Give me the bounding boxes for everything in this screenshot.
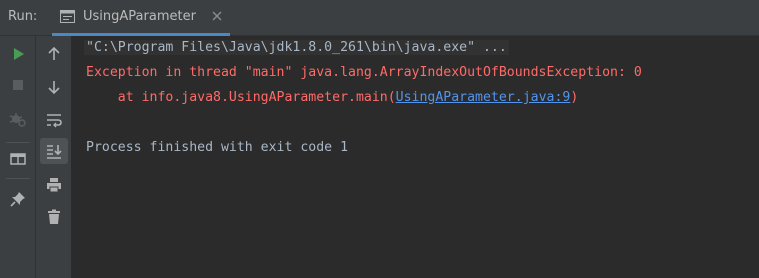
toolbar-divider xyxy=(6,178,30,179)
command-text[interactable]: "C:\Program Files\Java\jdk1.8.0_261\bin\… xyxy=(84,40,509,55)
clear-button[interactable] xyxy=(40,204,68,230)
run-toolbar xyxy=(0,36,36,278)
scroll-to-end-icon xyxy=(47,145,62,159)
print-icon xyxy=(47,178,61,193)
up-arrow-icon xyxy=(48,46,60,60)
debug-disabled-icon xyxy=(9,113,26,127)
console-toolbar xyxy=(36,36,72,278)
tab-title: UsingAParameter xyxy=(83,9,196,24)
layout-icon xyxy=(10,153,26,165)
stack-trace-suffix: ) xyxy=(570,90,579,105)
print-button[interactable] xyxy=(40,172,68,198)
scroll-to-end-button[interactable] xyxy=(40,138,68,164)
soft-wrap-button[interactable] xyxy=(40,107,68,133)
application-window-icon xyxy=(60,10,75,23)
command-line: "C:\Program Files\Java\jdk1.8.0_261\bin\… xyxy=(84,39,509,57)
exit-message: Process finished with exit code 1 xyxy=(86,140,349,155)
pin-button[interactable] xyxy=(4,186,32,212)
layout-button[interactable] xyxy=(4,146,32,172)
debug-button[interactable] xyxy=(4,106,32,132)
toolbar-divider xyxy=(6,142,30,143)
soft-wrap-icon xyxy=(47,114,62,128)
exception-line: Exception in thread "main" java.lang.Arr… xyxy=(86,65,642,80)
run-label: Run: xyxy=(8,9,38,24)
console-output[interactable]: "C:\Program Files\Java\jdk1.8.0_261\bin\… xyxy=(72,36,759,278)
close-icon[interactable] xyxy=(211,10,223,22)
stack-trace-line: at info.java8.UsingAParameter.main(Using… xyxy=(86,89,579,107)
trash-icon xyxy=(48,209,60,224)
stack-trace-link[interactable]: UsingAParameter.java:9 xyxy=(396,90,571,105)
up-button[interactable] xyxy=(40,41,68,67)
pin-icon xyxy=(10,192,25,207)
down-arrow-icon xyxy=(48,81,60,95)
rerun-icon xyxy=(14,48,24,60)
tool-window-header: Run: UsingAParameter xyxy=(0,0,759,36)
rerun-button[interactable] xyxy=(4,41,32,67)
stop-button[interactable] xyxy=(4,72,32,98)
down-button[interactable] xyxy=(40,74,68,100)
stop-icon xyxy=(13,80,23,90)
tab-usingaparameter[interactable]: UsingAParameter xyxy=(52,0,230,36)
stack-trace-prefix: at info.java8.UsingAParameter.main( xyxy=(86,90,396,105)
